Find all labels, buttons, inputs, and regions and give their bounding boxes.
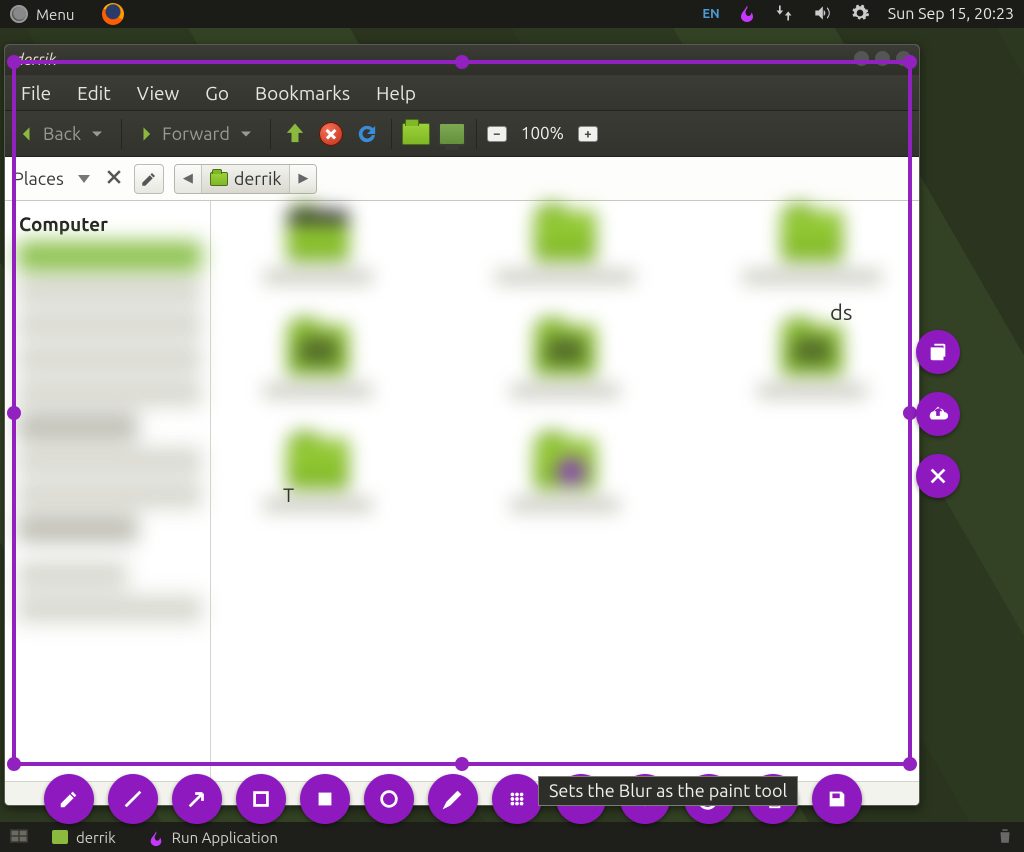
- system-panel: Menu EN Sun Sep 15, 20:23: [0, 0, 1024, 28]
- cancel-button[interactable]: [916, 454, 960, 498]
- filled-rectangle-tool-button[interactable]: [300, 774, 350, 824]
- upload-button[interactable]: [916, 392, 960, 436]
- places-chevron-down-icon[interactable]: [78, 175, 90, 183]
- taskbar-item-file-manager[interactable]: derrik: [44, 827, 124, 848]
- distro-logo-icon: [10, 5, 28, 23]
- location-bar: Places ◀ derrik ▶: [5, 157, 919, 201]
- home-folder-icon: [402, 123, 430, 145]
- folder-icon: [52, 830, 68, 844]
- places-close-button[interactable]: [104, 167, 124, 191]
- taskbar-item-label: derrik: [76, 829, 116, 846]
- trash-icon[interactable]: [996, 827, 1014, 848]
- stop-icon: [319, 122, 343, 146]
- screenshot-side-actions: [916, 330, 960, 498]
- back-button[interactable]: Back: [13, 122, 111, 146]
- monitor-icon: [438, 122, 466, 146]
- chevron-down-icon[interactable]: [236, 124, 256, 144]
- resize-handle-top-mid[interactable]: [455, 55, 469, 69]
- sidebar-blurred-region: [9, 235, 210, 635]
- reload-button[interactable]: [353, 122, 381, 146]
- taskbar-item-label: Run Application: [172, 829, 278, 846]
- home-button[interactable]: [402, 122, 430, 146]
- taskbar: derrik Run Application: [0, 822, 1024, 852]
- chevron-down-icon[interactable]: [87, 124, 107, 144]
- stop-button[interactable]: [317, 122, 345, 146]
- resize-handle-top-left[interactable]: [7, 55, 21, 69]
- network-icon[interactable]: [774, 3, 794, 26]
- copy-button[interactable]: [916, 330, 960, 374]
- back-label: Back: [43, 124, 81, 144]
- flameshot-tray-icon[interactable]: [738, 4, 756, 25]
- partial-label-left: T: [283, 483, 294, 506]
- forward-button[interactable]: Forward: [132, 122, 260, 146]
- file-manager-toolbar: Back Forward − 100% +: [5, 111, 919, 157]
- tooltip: Sets the Blur as the paint tool: [538, 776, 798, 806]
- places-label[interactable]: Places: [13, 169, 64, 189]
- volume-icon[interactable]: [812, 3, 832, 26]
- forward-label: Forward: [162, 124, 230, 144]
- zoom-level-label: 100%: [515, 124, 570, 143]
- resize-handle-bottom-right[interactable]: [903, 757, 917, 771]
- folder-content-area[interactable]: T: [211, 201, 919, 781]
- resize-handle-bottom-mid[interactable]: [455, 757, 469, 771]
- window-maximize-button[interactable]: [875, 51, 890, 66]
- up-button[interactable]: [281, 122, 309, 146]
- resize-handle-mid-left[interactable]: [7, 406, 21, 420]
- window-minimize-button[interactable]: [854, 51, 869, 66]
- taskbar-item-run-application[interactable]: Run Application: [140, 827, 286, 848]
- blur-tool-button[interactable]: [492, 774, 542, 824]
- window-title: derrik: [15, 51, 56, 69]
- folder-grid-blurred: [225, 211, 905, 513]
- arrow-tool-button[interactable]: [172, 774, 222, 824]
- clock-label[interactable]: Sun Sep 15, 20:23: [888, 5, 1014, 23]
- breadcrumb-next-button[interactable]: ▶: [290, 165, 316, 193]
- menu-go[interactable]: Go: [195, 78, 239, 108]
- menu-file[interactable]: File: [11, 78, 61, 108]
- resize-handle-mid-right[interactable]: [903, 406, 917, 420]
- menu-view[interactable]: View: [127, 78, 190, 108]
- file-manager-menubar: File Edit View Go Bookmarks Help: [5, 75, 919, 111]
- keyboard-language-indicator[interactable]: EN: [702, 7, 719, 21]
- computer-button[interactable]: [438, 122, 466, 146]
- rectangle-tool-button[interactable]: [236, 774, 286, 824]
- menu-bookmarks[interactable]: Bookmarks: [245, 78, 360, 108]
- show-desktop-button[interactable]: [10, 829, 28, 846]
- system-menu-label: Menu: [36, 6, 74, 23]
- path-breadcrumb: ◀ derrik ▶: [174, 164, 318, 194]
- save-tool-button[interactable]: [812, 774, 862, 824]
- menu-help[interactable]: Help: [366, 78, 426, 108]
- marker-tool-button[interactable]: [428, 774, 478, 824]
- zoom-out-button[interactable]: −: [487, 126, 507, 142]
- circle-tool-button[interactable]: [364, 774, 414, 824]
- firefox-icon[interactable]: [102, 3, 124, 25]
- edit-path-button[interactable]: [134, 164, 164, 194]
- menu-edit[interactable]: Edit: [67, 78, 121, 108]
- pencil-tool-button[interactable]: [44, 774, 94, 824]
- resize-handle-top-right[interactable]: [903, 55, 917, 69]
- breadcrumb-label: derrik: [234, 169, 282, 189]
- file-manager-window: derrik File Edit View Go Bookmarks Help …: [4, 44, 920, 806]
- partial-label-right: ds: [830, 300, 852, 325]
- resize-handle-bottom-left[interactable]: [7, 757, 21, 771]
- line-tool-button[interactable]: [108, 774, 158, 824]
- breadcrumb-segment-home[interactable]: derrik: [202, 165, 291, 193]
- home-icon: [210, 172, 228, 186]
- sidebar: Computer: [5, 201, 211, 781]
- settings-icon[interactable]: [850, 3, 870, 26]
- flame-icon: [148, 830, 164, 844]
- zoom-in-button[interactable]: +: [578, 126, 598, 142]
- breadcrumb-prev-button[interactable]: ◀: [175, 165, 202, 193]
- system-menu-button[interactable]: Menu: [0, 5, 84, 23]
